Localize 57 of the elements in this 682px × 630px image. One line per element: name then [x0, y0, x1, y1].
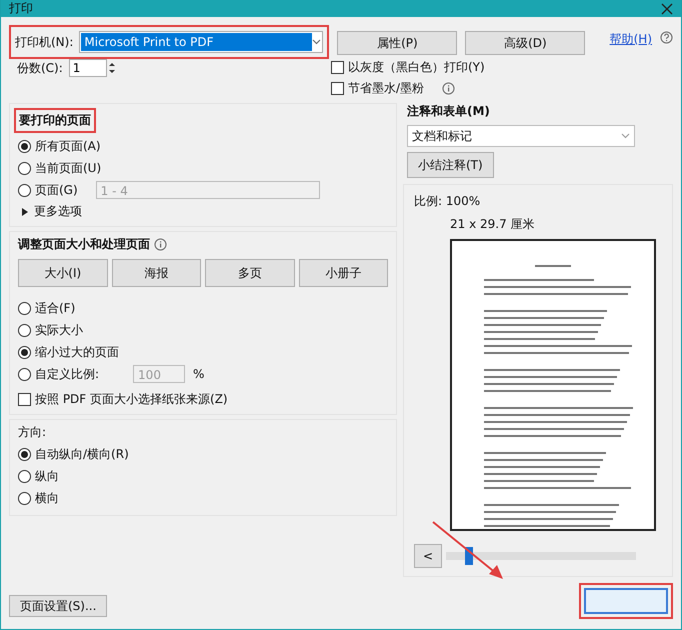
- help-link[interactable]: 帮助(H): [610, 31, 652, 48]
- info-icon: [154, 238, 167, 251]
- info-icon: [442, 82, 456, 95]
- radio-label: 纵向: [35, 468, 59, 484]
- radio-button[interactable]: [18, 470, 31, 482]
- previous-page-button[interactable]: <: [414, 544, 442, 568]
- summarize-button[interactable]: 小结注释(T): [407, 152, 494, 178]
- expand-triangle-icon[interactable]: [22, 208, 28, 216]
- copies-field[interactable]: 1: [68, 59, 107, 77]
- page-size-label: 21 x 29.7 厘米: [450, 216, 536, 233]
- radio-label: 页面(G): [35, 182, 78, 198]
- dialog-button[interactable]: 高级(D): [465, 31, 586, 55]
- annotations-dropdown[interactable]: 文档和标记: [407, 125, 635, 147]
- sizing-button[interactable]: 大小(I): [18, 259, 108, 287]
- section-title: 调整页面大小和处理页面: [18, 236, 150, 253]
- radio-button[interactable]: [18, 492, 31, 504]
- radio-label: 实际大小: [35, 322, 83, 338]
- radio-label: 自定义比例:: [35, 366, 100, 382]
- section-title: 注释和表单(M): [407, 103, 491, 120]
- checkbox[interactable]: [331, 82, 344, 95]
- radio-button[interactable]: [18, 302, 31, 314]
- checkbox-label: 按照 PDF 页面大小选择纸张来源(Z): [35, 391, 228, 408]
- section-title: 要打印的页面: [14, 108, 96, 133]
- more-options-toggle[interactable]: 更多选项: [34, 203, 82, 220]
- checkbox[interactable]: [18, 393, 31, 406]
- radio-label: 横向: [35, 490, 59, 506]
- percent-label: %: [193, 367, 204, 381]
- chevron-down-icon: [312, 39, 322, 45]
- radio-label: 适合(F): [35, 300, 76, 316]
- radio-label: 所有页面(A): [35, 138, 101, 154]
- radio-label: 自动纵向/横向(R): [35, 446, 129, 462]
- radio-button[interactable]: [18, 184, 31, 196]
- printer-label: 打印机(N):: [15, 34, 74, 50]
- radio-button[interactable]: [18, 140, 31, 152]
- checkbox[interactable]: [331, 61, 344, 74]
- checkbox-label: 节省墨水/墨粉: [348, 80, 424, 97]
- radio-button[interactable]: [18, 346, 31, 358]
- page-setup-button[interactable]: 页面设置(S)...: [9, 595, 108, 617]
- radio-label: 当前页面(U): [35, 160, 102, 176]
- radio-button[interactable]: [18, 162, 31, 174]
- radio-label: 缩小过大的页面: [35, 344, 119, 360]
- section-title: 方向:: [18, 424, 48, 441]
- help-icon[interactable]: [660, 31, 673, 44]
- close-icon[interactable]: [661, 2, 673, 14]
- window-title: 打印: [9, 0, 33, 17]
- printer-dropdown[interactable]: Microsoft Print to PDF: [79, 31, 324, 53]
- radio-button[interactable]: [18, 448, 31, 460]
- sizing-button[interactable]: 海报: [112, 259, 201, 287]
- scale-label: 比例: 100%: [414, 193, 482, 210]
- radio-button[interactable]: [18, 324, 31, 336]
- copies-label: 份数(C):: [17, 60, 63, 76]
- radio-button[interactable]: [18, 368, 31, 380]
- dialog-button[interactable]: 属性(P): [337, 31, 458, 55]
- chevron-down-icon: [621, 133, 630, 139]
- checkbox-label: 以灰度（黑白色）打印(Y): [348, 59, 485, 76]
- sizing-button[interactable]: 小册子: [298, 259, 388, 287]
- sizing-button[interactable]: 多页: [205, 259, 294, 287]
